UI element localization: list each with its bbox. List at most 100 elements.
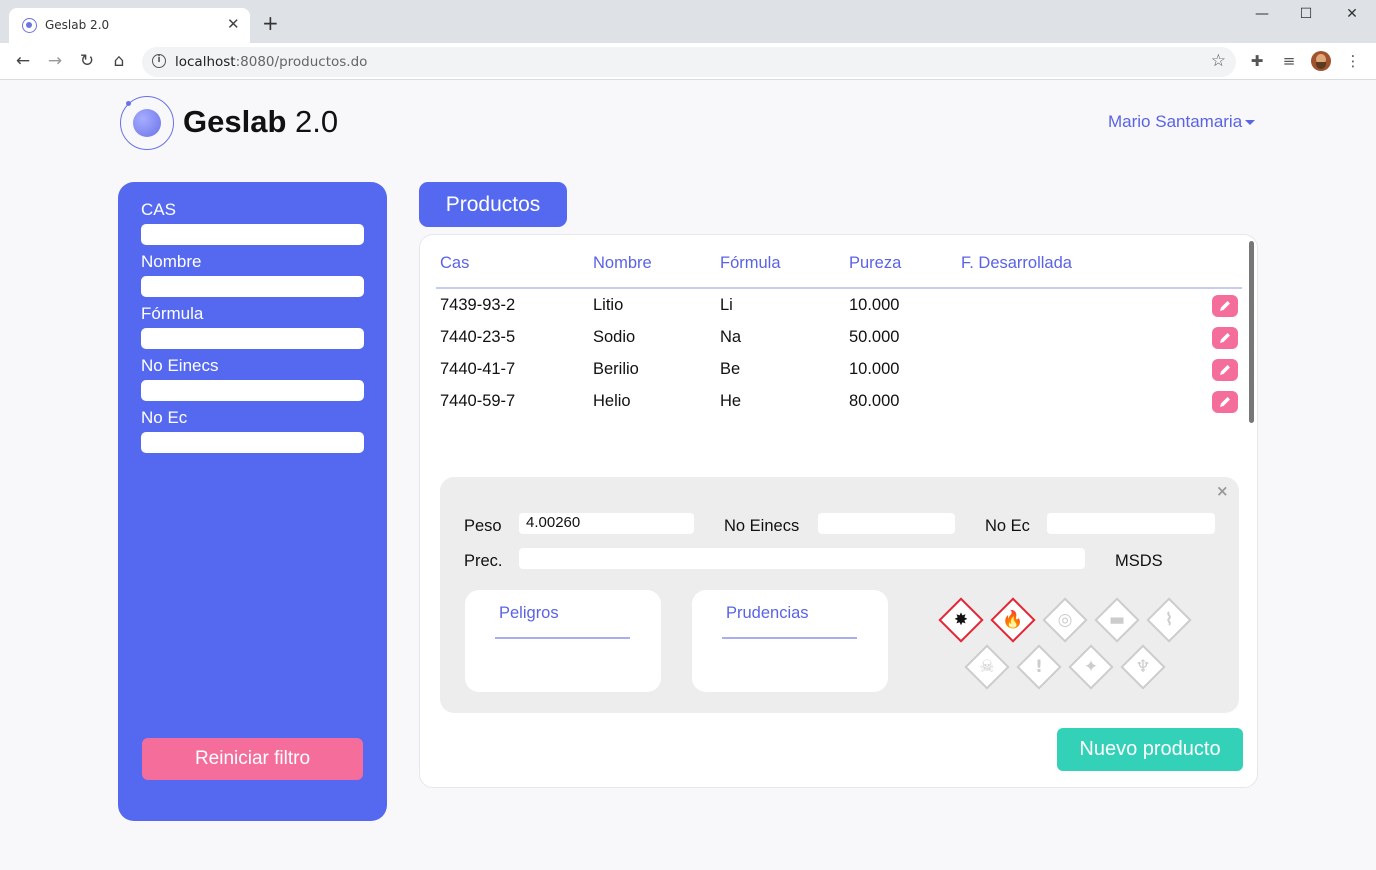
reset-filter-button[interactable]: Reiniciar filtro [142,738,363,780]
cell-formula: Li [720,296,733,314]
peso-field[interactable]: 4.00260 [519,513,694,534]
table-row[interactable]: 7439-93-2 Litio Li 10.000 [420,295,1250,328]
peso-label: Peso [464,517,502,535]
exclamation-icon[interactable]: ! [1016,644,1062,690]
media-icon[interactable]: ≡ [1279,52,1299,72]
cell-formula: Be [720,360,741,378]
new-product-button[interactable]: Nuevo producto [1057,728,1243,771]
filter-input-formula[interactable] [141,328,364,349]
cell-nombre: Litio [593,296,624,314]
table-row[interactable]: 7440-23-5 Sodio Na 50.000 [420,327,1250,360]
filter-label-einecs: No Einecs [141,356,219,375]
close-icon[interactable]: × [1216,482,1229,500]
cell-cas: 7439-93-2 [440,296,516,314]
products-card: Cas Nombre Fórmula Pureza F. Desarrollad… [419,234,1258,788]
cell-pureza: 50.000 [849,328,900,346]
new-tab-icon[interactable]: + [262,13,279,33]
header-divider [436,287,1242,289]
browser-tab[interactable]: Geslab 2.0 ✕ [9,8,250,43]
edit-button[interactable] [1212,359,1238,381]
cell-pureza: 80.000 [849,392,900,410]
bookmark-star-icon[interactable]: ☆ [1211,51,1226,71]
cell-nombre: Sodio [593,328,636,346]
maximize-icon[interactable]: ☐ [1294,6,1318,26]
pencil-icon [1220,301,1230,311]
edit-button[interactable] [1212,295,1238,317]
health-hazard-icon[interactable]: ✦ [1068,644,1114,690]
einecs-label: No Einecs [724,517,800,535]
user-name: Mario Santamaria [1108,112,1243,131]
table-row[interactable]: 7440-59-7 Helio He 80.000 [420,391,1250,424]
cell-nombre: Helio [593,392,631,410]
column-header-desarrollada[interactable]: F. Desarrollada [961,254,1072,273]
cell-pureza: 10.000 [849,296,900,314]
cell-cas: 7440-41-7 [440,360,516,378]
msds-label[interactable]: MSDS [1115,552,1163,571]
minimize-icon[interactable]: — [1250,6,1274,26]
browser-toolbar: ← → ↻ ⌂ i localhost:8080/productos.do ☆ … [0,43,1376,80]
caret-down-icon [1245,120,1256,126]
edit-button[interactable] [1212,391,1238,413]
cell-cas: 7440-59-7 [440,392,516,410]
pencil-icon [1220,397,1230,407]
gas-cylinder-icon[interactable]: ▬ [1094,597,1140,643]
cell-formula: Na [720,328,742,346]
filter-label-formula: Fórmula [141,304,204,323]
reload-icon[interactable]: ↻ [76,51,98,73]
browser-tabbar: Geslab 2.0 ✕ + — ☐ ✕ [0,0,1376,43]
pencil-icon [1220,333,1230,343]
home-icon[interactable]: ⌂ [108,51,130,73]
explosive-icon[interactable]: ✸ [938,597,984,643]
cell-cas: 7440-23-5 [440,328,516,346]
oxidizer-icon[interactable]: ◎ [1042,597,1088,643]
peligros-title: Peligros [499,604,559,622]
cell-formula: He [720,392,742,410]
address-bar[interactable]: i localhost:8080/productos.do ☆ [142,47,1236,77]
user-dropdown[interactable]: Mario Santamaria [1108,112,1256,132]
extensions-icon[interactable]: ✚ [1247,52,1267,72]
url-text: localhost:8080/productos.do [175,54,368,70]
prec-label: Prec. [464,552,503,570]
environment-icon[interactable]: ♆ [1120,644,1166,690]
tab-title: Geslab 2.0 [45,18,110,32]
cell-nombre: Berilio [593,360,639,378]
column-header-formula[interactable]: Fórmula [720,254,781,273]
filter-input-nombre[interactable] [141,276,364,297]
filter-sidebar: CAS Nombre Fórmula No Einecs No Ec Reini… [118,182,387,821]
pencil-icon [1220,365,1230,375]
profile-avatar[interactable] [1311,51,1331,71]
site-info-icon[interactable]: i [152,54,166,68]
back-icon[interactable]: ← [12,51,34,73]
prudencias-title: Prudencias [726,604,809,622]
peligros-card: Peligros [465,590,661,692]
flammable-icon[interactable]: 🔥 [990,597,1036,643]
filter-input-cas[interactable] [141,224,364,245]
filter-label-nombre: Nombre [141,252,202,271]
ec-label: No Ec [985,517,1030,535]
column-header-pureza[interactable]: Pureza [849,254,901,273]
column-header-nombre[interactable]: Nombre [593,254,652,273]
ec-field[interactable] [1047,513,1215,534]
filter-label-cas: CAS [141,200,176,219]
more-menu-icon[interactable]: ⋮ [1343,52,1363,72]
forward-icon[interactable]: → [44,51,66,73]
tab-productos[interactable]: Productos [419,182,567,227]
prudencias-card: Prudencias [692,590,888,692]
tab-close-icon[interactable]: ✕ [227,15,240,33]
edit-button[interactable] [1212,327,1238,349]
filter-input-einecs[interactable] [141,380,364,401]
filter-label-ec: No Ec [141,408,188,427]
close-window-icon[interactable]: ✕ [1340,6,1364,26]
prec-field[interactable] [519,548,1085,569]
geslab-logo [120,96,176,152]
column-header-cas[interactable]: Cas [440,254,469,273]
einecs-field[interactable] [818,513,955,534]
brand-title: Geslab 2.0 [183,104,339,139]
table-row[interactable]: 7440-41-7 Berilio Be 10.000 [420,359,1250,392]
cell-pureza: 10.000 [849,360,900,378]
corrosive-icon[interactable]: ⌇ [1146,597,1192,643]
toxic-icon[interactable]: ☠ [964,644,1010,690]
product-detail-panel: × Peso 4.00260 No Einecs No Ec Prec. MSD… [440,477,1239,713]
filter-input-ec[interactable] [141,432,364,453]
favicon-icon [22,18,37,33]
